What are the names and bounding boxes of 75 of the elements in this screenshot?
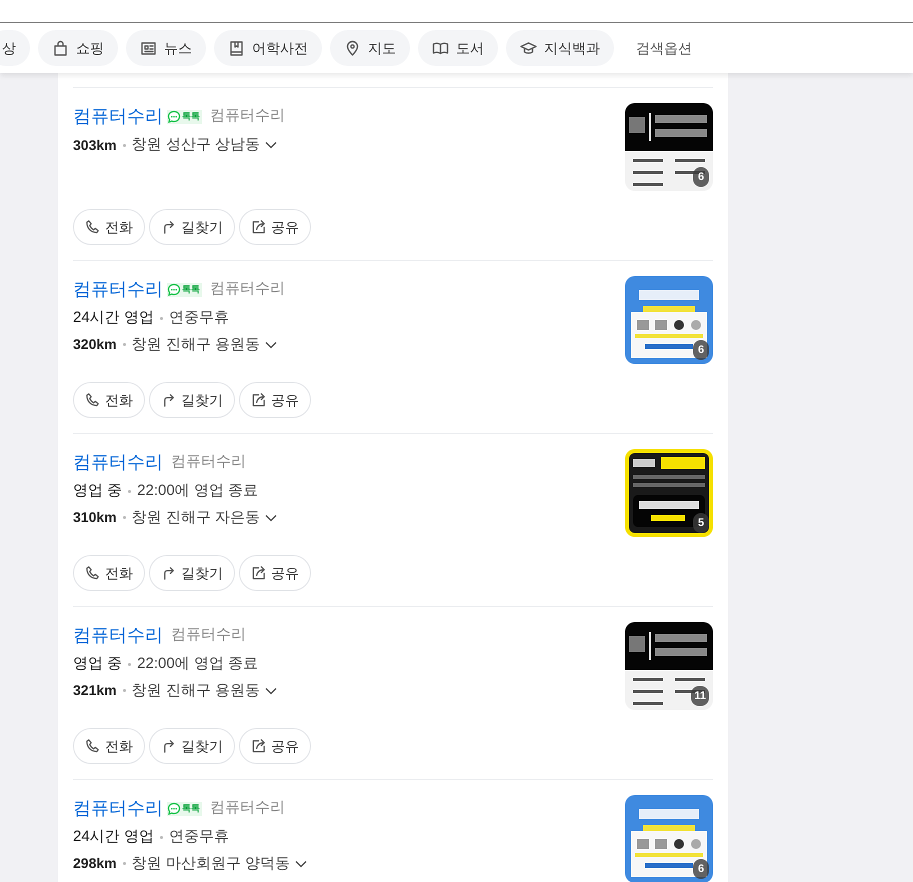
turn-arrow-icon [161,565,177,581]
search-options-link[interactable]: 검색옵션 [622,30,706,66]
category-label: 컴퓨터수리 [210,798,285,818]
bag-icon [52,40,69,56]
action-button[interactable]: 길찾기 [149,209,235,245]
separator-dot [160,836,163,839]
distance-label: 298km [73,854,117,874]
search-tab[interactable]: 지도 [330,30,410,66]
address-label: 창원 진해구 용원동 [132,334,260,354]
address-label: 창원 진해구 자은동 [132,508,260,528]
address-label: 창원 마산회원구 양덕동 [132,854,290,874]
share-icon [251,738,267,754]
place-name-link[interactable]: 컴퓨터수리 [73,103,163,130]
separator-dot [128,662,132,666]
category-label: 컴퓨터수리 [171,625,246,646]
phone-icon [85,392,101,408]
business-status: 24시간 영업 [73,308,154,328]
hours-note: 연중무휴 [168,827,229,847]
separator-dot [122,516,126,520]
share-icon [251,392,267,408]
distance-label: 310km [73,508,117,528]
map-pin-icon [344,40,361,56]
place-name-link[interactable]: 컴퓨터수리 [73,795,163,822]
action-button[interactable]: 전화 [73,382,145,418]
action-button[interactable]: 길찾기 [149,728,235,764]
newspaper-icon [140,40,157,56]
place-name-link[interactable]: 컴퓨터수리 [73,449,163,476]
search-tab[interactable]: 도서 [418,30,498,66]
search-tab[interactable]: 지식백과 [506,30,614,66]
separator-dot [160,316,163,320]
separator-dot [122,144,126,147]
action-button[interactable]: 길찾기 [149,555,235,591]
action-button[interactable]: 전화 [73,209,145,245]
hours-note: 연중무휴 [168,308,229,328]
search-tab[interactable]: 뉴스 [126,30,206,66]
action-button[interactable]: 길찾기 [149,382,235,418]
graduation-cap-icon [520,40,537,56]
dictionary-icon [228,40,245,56]
place-name-link[interactable]: 컴퓨터수리 [73,276,163,303]
separator-dot [122,343,126,346]
action-button[interactable]: 공유 [239,555,311,591]
turn-arrow-icon [161,392,177,408]
address-label: 창원 진해구 용원동 [132,680,260,700]
distance-label: 320km [73,335,117,354]
separator-dot [128,490,132,493]
action-button[interactable]: 공유 [239,382,311,418]
hours-note: 22:00에 영업 종료 [137,481,258,501]
phone-icon [85,565,101,581]
share-icon [251,565,267,581]
business-status: 24시간 영업 [73,827,154,847]
separator-dot [122,689,126,692]
action-button[interactable]: 공유 [239,728,311,764]
search-tab[interactable]: 쇼핑 [38,30,118,66]
separator-dot [122,862,126,866]
distance-label: 321km [73,681,117,700]
hours-note: 22:00에 영업 종료 [137,654,258,674]
share-icon [251,219,267,235]
phone-icon [85,219,101,235]
turn-arrow-icon [161,219,177,235]
address-label: 창원 성산구 상남동 [132,135,260,155]
phone-icon [85,738,101,754]
business-status: 영업 중 [73,654,122,674]
turn-arrow-icon [161,738,177,754]
search-tab[interactable]: 상 [0,30,30,66]
category-label: 컴퓨터수리 [210,106,285,126]
open-book-icon [432,40,449,56]
distance-label: 303km [73,136,117,155]
category-label: 컴퓨터수리 [171,452,246,472]
action-button[interactable]: 전화 [73,555,145,591]
category-label: 컴퓨터수리 [210,279,285,300]
place-name-link[interactable]: 컴퓨터수리 [73,622,163,649]
action-button[interactable]: 공유 [239,209,311,245]
business-status: 영업 중 [73,481,122,501]
action-button[interactable]: 전화 [73,728,145,764]
search-tab[interactable]: 어학사전 [214,30,322,66]
